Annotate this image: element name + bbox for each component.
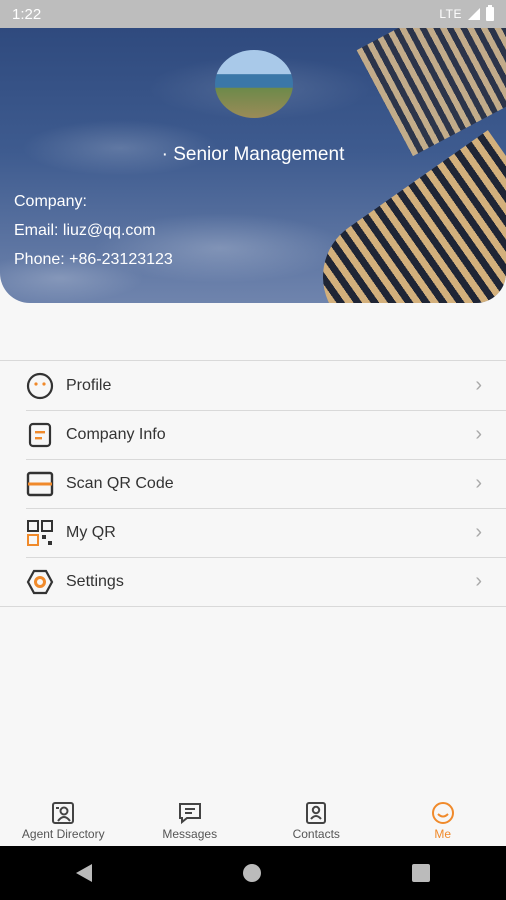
company-text: Company: [14, 193, 87, 210]
nav-me[interactable]: Me [380, 796, 506, 846]
directory-icon [50, 801, 76, 825]
profile-header: · Senior Management Company: Email: liuz… [0, 28, 506, 303]
menu-label-settings: Settings [66, 572, 124, 590]
recent-apps-icon[interactable] [412, 864, 431, 882]
back-icon[interactable] [75, 864, 92, 882]
chevron-right-icon: › [475, 472, 482, 494]
nav-agent-directory[interactable]: Agent Directory [0, 796, 127, 846]
nav-label-messages: Messages [162, 827, 218, 841]
status-icons: LTE [439, 5, 494, 21]
chevron-right-icon: › [475, 423, 482, 445]
phone-text: Phone: +86-23123123 [14, 251, 173, 268]
chevron-right-icon: › [475, 374, 482, 396]
smile-icon [430, 801, 456, 825]
bottom-navigation: Agent Directory Messages Contacts Me [0, 796, 506, 846]
menu-item-my-qr[interactable]: My QR › [0, 508, 506, 557]
menu-label-scan-qr: Scan QR Code [66, 474, 174, 492]
battery-icon [486, 5, 494, 21]
menu-item-scan-qr[interactable]: Scan QR Code › [0, 459, 506, 508]
message-icon [177, 801, 203, 825]
gear-icon [26, 568, 54, 596]
menu-label-profile: Profile [66, 376, 112, 394]
avatar[interactable] [215, 50, 293, 118]
menu-item-profile[interactable]: Profile › [0, 361, 506, 410]
menu-item-settings[interactable]: Settings › [0, 557, 506, 606]
menu-label-my-qr: My QR [66, 523, 116, 541]
chevron-right-icon: › [475, 521, 482, 543]
chevron-right-icon: › [475, 570, 482, 592]
role-title: · Senior Management [161, 144, 345, 165]
status-bar: 1:22 LTE [0, 0, 506, 28]
status-time: 1:22 [12, 5, 42, 23]
network-type: LTE [439, 7, 462, 21]
nav-label-agent-directory: Agent Directory [21, 827, 105, 841]
menu-item-company-info[interactable]: Company Info › [0, 410, 506, 459]
nav-contacts[interactable]: Contacts [253, 796, 380, 846]
document-icon [26, 421, 54, 449]
nav-messages[interactable]: Messages [127, 796, 254, 846]
qr-icon [26, 519, 54, 547]
scan-icon [26, 470, 54, 498]
settings-menu: Profile › Company Info › Scan QR Code › [0, 360, 506, 607]
contacts-icon [303, 801, 329, 825]
nav-label-contacts: Contacts [292, 827, 340, 841]
signal-icon [468, 8, 480, 20]
face-icon [26, 372, 54, 400]
home-icon[interactable] [242, 864, 261, 882]
email-text: Email: liuz@qq.com [14, 222, 156, 239]
nav-label-me: Me [434, 827, 452, 841]
system-navigation-bar [0, 846, 506, 900]
menu-label-company-info: Company Info [66, 425, 166, 443]
